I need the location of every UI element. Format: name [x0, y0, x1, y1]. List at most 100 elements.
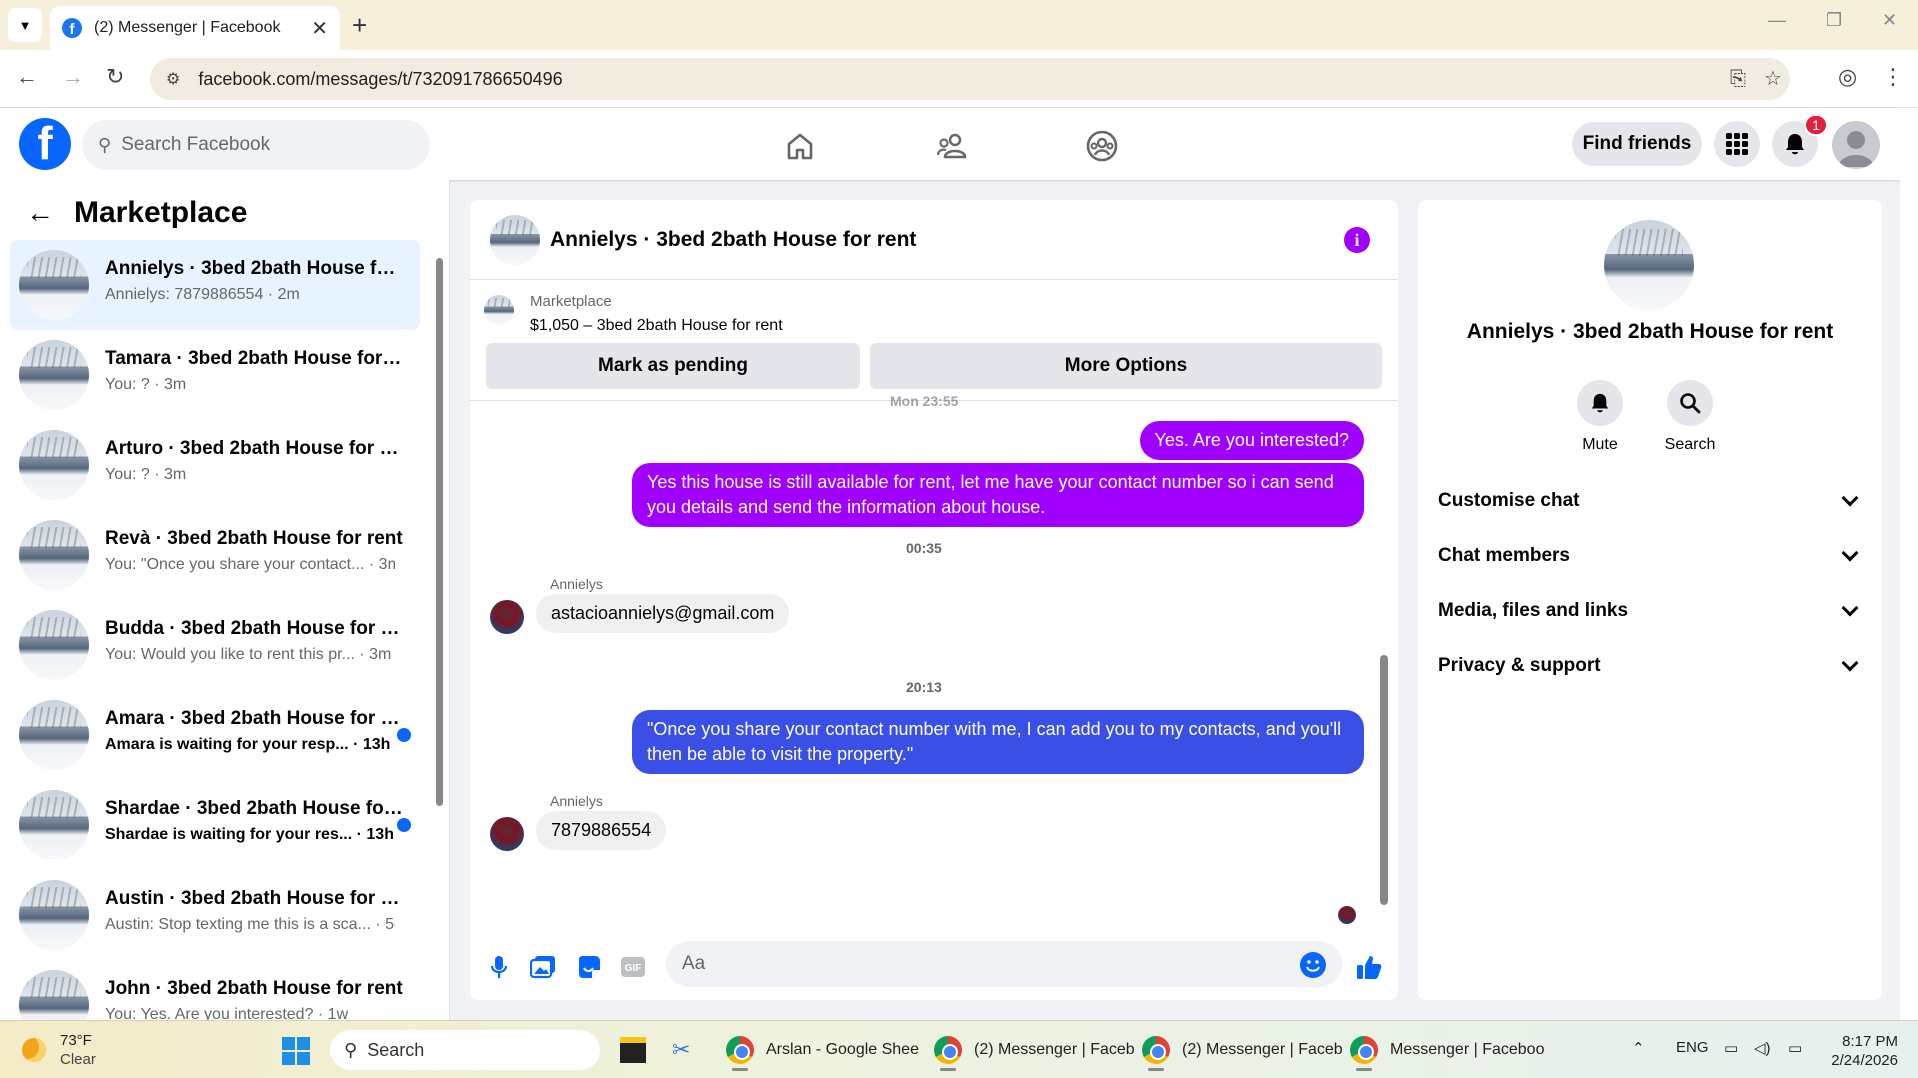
- groups-icon[interactable]: [1082, 126, 1122, 166]
- conversation-list-panel: ← Marketplace Annielys · 3bed 2bath Hous…: [0, 180, 450, 1020]
- home-icon[interactable]: [780, 126, 820, 166]
- conversation-name: Budda · 3bed 2bath House for rent: [105, 618, 405, 639]
- back-icon[interactable]: ←: [16, 64, 38, 90]
- incoming-message[interactable]: 7879886554: [536, 811, 667, 850]
- install-app-icon[interactable]: ⎘: [1730, 58, 1746, 100]
- outgoing-message[interactable]: "Once you share your contact number with…: [632, 710, 1364, 774]
- like-icon[interactable]: [1354, 952, 1384, 982]
- volume-icon[interactable]: ◁): [1754, 1039, 1771, 1057]
- taskbar-app-messenger[interactable]: (2) Messenger | Faceb: [1142, 1029, 1343, 1071]
- search-facebook-input[interactable]: ⚲ Search Facebook: [82, 120, 430, 170]
- bookmark-star-icon[interactable]: ☆: [1764, 58, 1782, 100]
- apps-grid-icon[interactable]: [1714, 121, 1760, 167]
- forward-icon[interactable]: →: [62, 64, 84, 90]
- facebook-logo-icon[interactable]: f: [19, 118, 71, 170]
- system-clock[interactable]: 8:17 PM 2/24/2026: [1826, 1032, 1898, 1070]
- conversation-item[interactable]: Arturo · 3bed 2bath House for rent You: …: [10, 420, 420, 510]
- sticker-icon[interactable]: [574, 952, 604, 982]
- taskbar-search[interactable]: ⚲ Search: [330, 1030, 600, 1070]
- sender-avatar[interactable]: [490, 600, 524, 634]
- listing-price-title[interactable]: $1,050 – 3bed 2bath House for rent: [530, 317, 783, 335]
- chat-listing-avatar[interactable]: [490, 215, 540, 265]
- taskbar-app-sheets[interactable]: Arslan - Google Shee: [726, 1029, 919, 1071]
- conversation-item[interactable]: Annielys · 3bed 2bath House for rent Ann…: [10, 240, 420, 330]
- gif-icon[interactable]: GIF: [618, 952, 648, 982]
- snipping-tool-icon[interactable]: ✂: [672, 1029, 690, 1071]
- chat-members-section[interactable]: Chat members: [1438, 536, 1862, 576]
- sticky-notes-icon[interactable]: [620, 1029, 646, 1071]
- url-field[interactable]: ⚙ facebook.com/messages/t/73209178665049…: [150, 58, 1790, 100]
- browser-tab[interactable]: f (2) Messenger | Facebook ✕: [50, 6, 340, 50]
- mic-icon[interactable]: [484, 952, 514, 982]
- search-placeholder: Search Facebook: [121, 134, 271, 155]
- privacy-support-section[interactable]: Privacy & support: [1438, 646, 1862, 686]
- page-scrollbar[interactable]: [1900, 108, 1918, 1020]
- photo-icon[interactable]: [528, 952, 558, 982]
- listing-avatar: [19, 250, 89, 320]
- close-window-icon[interactable]: ✕: [1882, 10, 1897, 31]
- chat-title[interactable]: Annielys · 3bed 2bath House for rent: [550, 228, 916, 252]
- incoming-message[interactable]: astacioannielys@gmail.com: [536, 594, 790, 633]
- chat-scroll-thumb[interactable]: [1380, 655, 1388, 905]
- chevron-down-icon: [1841, 599, 1859, 617]
- new-tab-button[interactable]: +: [352, 10, 367, 41]
- profile-icon[interactable]: ◎: [1838, 64, 1857, 90]
- sender-name: Annielys: [550, 576, 603, 592]
- media-files-links-section[interactable]: Media, files and links: [1438, 591, 1862, 631]
- minimize-icon[interactable]: —: [1768, 10, 1786, 31]
- conversation-item[interactable]: Revà · 3bed 2bath House for rent You: "O…: [10, 510, 420, 600]
- listing-thumbnail[interactable]: [484, 295, 514, 325]
- more-options-button[interactable]: More Options: [870, 343, 1382, 389]
- conversation-item[interactable]: Budda · 3bed 2bath House for rent You: W…: [10, 600, 420, 690]
- tab-close-icon[interactable]: ✕: [311, 16, 328, 41]
- conversation-snippet: You: ? · 3m: [105, 376, 187, 393]
- windows-start-icon[interactable]: [282, 1037, 310, 1065]
- conversation-snippet: You: ? · 3m: [105, 466, 187, 483]
- mute-button[interactable]: Mute: [1560, 380, 1640, 454]
- conversation-item[interactable]: Shardae · 3bed 2bath House for rent Shar…: [10, 780, 420, 870]
- conversation-item[interactable]: Amara · 3bed 2bath House for rent Amara …: [10, 690, 420, 780]
- taskbar-app-label: (2) Messenger | Faceb: [974, 1041, 1135, 1058]
- taskbar-app-messenger[interactable]: Messenger | Faceboo: [1350, 1029, 1544, 1071]
- outgoing-message[interactable]: Yes. Are you interested?: [1139, 421, 1364, 460]
- show-hidden-icons[interactable]: ⌃: [1632, 1039, 1645, 1057]
- sender-avatar[interactable]: [490, 817, 524, 851]
- browser-menu-icon[interactable]: ⋮: [1882, 64, 1904, 90]
- conversation-snippet: You: Yes. Are you interested? · 1w: [105, 1006, 349, 1020]
- reload-icon[interactable]: ↻: [106, 64, 124, 90]
- search-in-chat-button[interactable]: Search: [1650, 380, 1730, 454]
- outgoing-message[interactable]: Yes this house is still available for re…: [632, 463, 1364, 527]
- details-listing-avatar[interactable]: [1604, 220, 1694, 310]
- listing-avatar: [19, 700, 89, 770]
- conversation-list-scroll-thumb[interactable]: [436, 258, 443, 806]
- message-input[interactable]: Aa: [666, 941, 1342, 987]
- network-icon[interactable]: ▭: [1724, 1039, 1738, 1057]
- info-icon[interactable]: i: [1344, 227, 1370, 253]
- customise-chat-section[interactable]: Customise chat: [1438, 481, 1862, 521]
- conversation-item[interactable]: Tamara · 3bed 2bath House for rent You: …: [10, 330, 420, 420]
- language-indicator[interactable]: ENG: [1676, 1039, 1709, 1056]
- weather-widget[interactable]: 73°F Clear: [22, 1031, 96, 1069]
- taskbar-app-messenger[interactable]: (2) Messenger | Faceb: [934, 1029, 1135, 1071]
- section-label: Media, files and links: [1438, 600, 1629, 621]
- section-label: Chat members: [1438, 545, 1570, 566]
- mark-as-pending-button[interactable]: Mark as pending: [486, 343, 860, 389]
- back-arrow-icon[interactable]: ←: [26, 197, 54, 229]
- account-avatar[interactable]: [1832, 121, 1880, 169]
- message-timestamp: 20:13: [906, 679, 942, 695]
- site-info-icon[interactable]: ⚙: [166, 69, 180, 89]
- restore-icon[interactable]: ❐: [1826, 10, 1842, 31]
- listing-avatar: [19, 610, 89, 680]
- conversation-item[interactable]: Austin · 3bed 2bath House for rent Austi…: [10, 870, 420, 960]
- find-friends-button[interactable]: Find friends: [1572, 122, 1702, 166]
- friends-icon[interactable]: [932, 126, 972, 166]
- battery-icon[interactable]: ▭: [1788, 1039, 1802, 1057]
- listing-avatar: [19, 970, 89, 1020]
- chrome-icon: [1142, 1036, 1170, 1064]
- emoji-icon[interactable]: [1300, 952, 1326, 978]
- conversation-name: Tamara · 3bed 2bath House for rent: [105, 348, 405, 369]
- tab-search-button[interactable]: ▼: [8, 8, 42, 42]
- taskbar-search-label: Search: [367, 1039, 425, 1060]
- conversation-name: Arturo · 3bed 2bath House for rent: [105, 438, 405, 459]
- conversation-item[interactable]: John · 3bed 2bath House for rent You: Ye…: [10, 960, 420, 1020]
